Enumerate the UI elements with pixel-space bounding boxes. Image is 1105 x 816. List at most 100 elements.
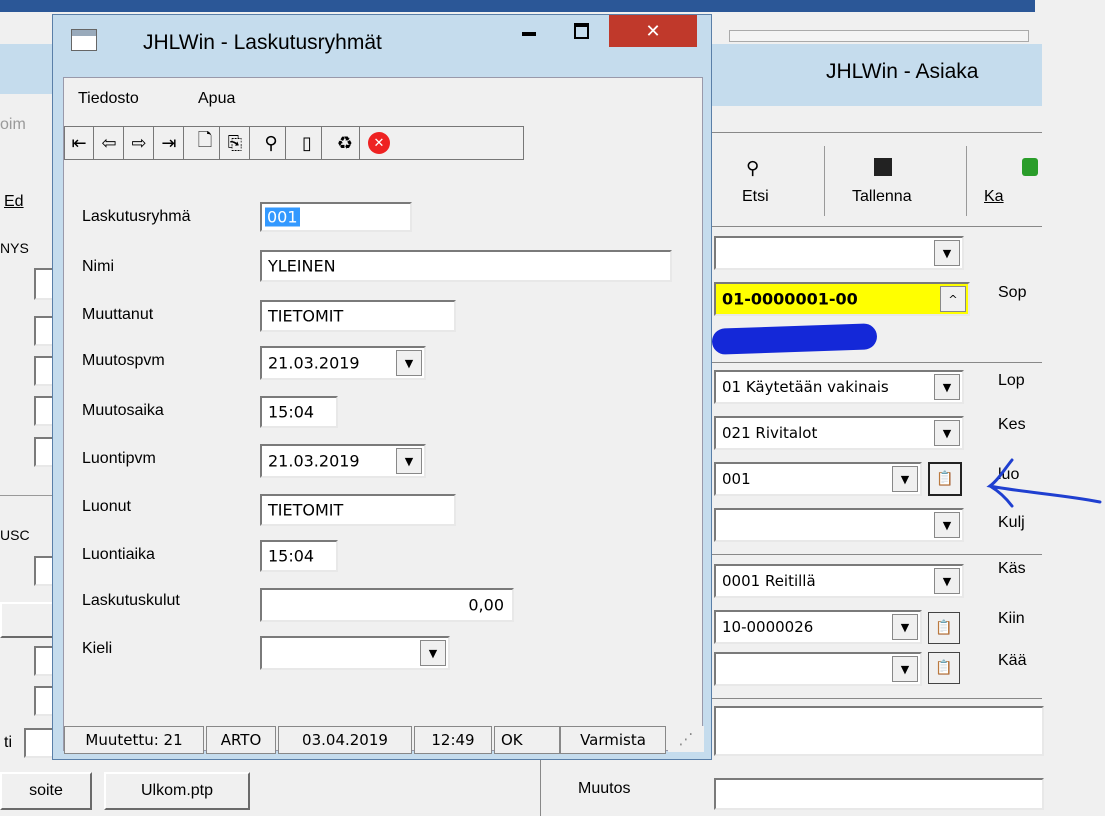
minimize-button[interactable]	[505, 15, 553, 47]
chevron-down-icon[interactable]: ▼	[396, 350, 422, 376]
ulkom-ptp-button[interactable]: Ulkom.ptp	[104, 772, 250, 810]
muutos-label: Muutos	[578, 780, 631, 797]
talotyyppi-combo[interactable]: 021 Rivitalot ▼	[714, 416, 964, 450]
muuttanut-input[interactable]: TIETOMIT	[260, 300, 456, 332]
laskutusryhma-input[interactable]: 001	[260, 202, 412, 232]
chevron-down-icon[interactable]: ▼	[934, 240, 960, 266]
kaytto-combo[interactable]: 01 Käytetään vakinais ▼	[714, 370, 964, 404]
tallenna-button[interactable]: Tallenna	[830, 148, 962, 218]
redaction-scribble	[711, 323, 878, 355]
bg-separator-low	[712, 554, 1042, 555]
chevron-down-icon[interactable]: ▼	[892, 656, 918, 682]
muutosaika-input[interactable]: 15:04	[260, 396, 338, 428]
luontiaika-input[interactable]: 15:04	[260, 540, 338, 572]
bg-left-field-4[interactable]	[34, 396, 54, 426]
chevron-down-icon[interactable]: ▼	[396, 448, 422, 474]
bg-toolbar-sep-2	[966, 146, 967, 216]
chevron-up-icon[interactable]: ^	[940, 286, 966, 312]
close-icon: ✕	[645, 20, 661, 42]
ka-button[interactable]: Ka	[980, 148, 1040, 218]
bg-separator-bottom	[712, 698, 1042, 699]
laskutuskulut-input[interactable]: 0,00	[260, 588, 514, 622]
background-window-top-edge	[0, 0, 1035, 12]
status-ok: OK	[494, 726, 560, 754]
bg-left-field-1[interactable]	[34, 268, 54, 300]
laskutusryhma-properties-button[interactable]: 📋	[928, 462, 962, 496]
status-time: 12:49	[414, 726, 492, 754]
kieli-combo[interactable]: ▼	[260, 636, 450, 670]
bg-button-ed[interactable]: Ed	[4, 193, 24, 211]
chevron-down-icon[interactable]: ▼	[934, 512, 960, 538]
luonut-input[interactable]: TIETOMIT	[260, 494, 456, 526]
reitti-combo[interactable]: 0001 Reitillä ▼	[714, 564, 964, 598]
customer-number-field[interactable]: 01-0000001-00 ^	[714, 282, 970, 316]
last-record-icon[interactable]: ⇥	[155, 127, 184, 159]
varmista-button[interactable]: Varmista	[560, 726, 666, 754]
tallenna-label: Tallenna	[852, 188, 912, 205]
muutospvm-datepicker[interactable]: 21.03.2019 ▼	[260, 346, 426, 380]
osoite-button[interactable]: soite	[0, 772, 92, 810]
luontiaika-label: Luontiaika	[82, 546, 155, 563]
background-window-title: JHLWin - Asiaka	[826, 60, 979, 83]
previous-record-icon[interactable]: ⇦	[95, 127, 124, 159]
blank-icon[interactable]: ▯	[293, 127, 322, 159]
muuttanut-label: Muuttanut	[82, 306, 154, 323]
bg-left-field-8[interactable]	[34, 686, 54, 716]
bg-left-field-2[interactable]	[34, 316, 54, 346]
chevron-down-icon[interactable]: ▼	[934, 374, 960, 400]
bg-left-button[interactable]	[0, 602, 58, 638]
bg-combo-kaa[interactable]: ▼	[714, 652, 922, 686]
background-left-titlebar	[0, 44, 58, 94]
kaa-properties-button[interactable]: 📋	[928, 652, 960, 684]
status-date: 03.04.2019	[278, 726, 412, 754]
laskutusryhma-combo[interactable]: 001 ▼	[714, 462, 922, 496]
annotation-arrow	[986, 458, 1102, 508]
luontipvm-datepicker[interactable]: 21.03.2019 ▼	[260, 444, 426, 478]
resize-grip-icon[interactable]: ⋰	[668, 726, 704, 752]
bg-label-kiin: Kiin	[998, 610, 1025, 627]
bg-separator-mid	[712, 362, 1042, 363]
status-bar: Muutettu: 21 ARTO 03.04.2019 12:49 OK Va…	[64, 726, 704, 754]
menu-tiedosto[interactable]: Tiedosto	[78, 90, 139, 108]
laskutusryhma-label: Laskutusryhmä	[82, 208, 191, 225]
chevron-down-icon[interactable]: ▼	[892, 614, 918, 640]
bg-combo-top[interactable]: ▼	[714, 236, 964, 270]
chevron-down-icon[interactable]: ▼	[892, 466, 918, 492]
find-icon[interactable]: ⚲	[257, 127, 286, 159]
nimi-input[interactable]: YLEINEN	[260, 250, 672, 282]
bg-left-field-7[interactable]	[34, 646, 54, 676]
recycle-delete-icon[interactable]: ♻	[331, 127, 360, 159]
first-record-icon[interactable]: ⇤	[65, 127, 94, 159]
muutos-field[interactable]	[714, 778, 1044, 810]
chevron-down-icon[interactable]: ▼	[934, 568, 960, 594]
bg-combo-kulj[interactable]: ▼	[714, 508, 964, 542]
chevron-down-icon[interactable]: ▼	[934, 420, 960, 446]
kiinteisto-properties-button[interactable]: 📋	[928, 612, 960, 644]
properties-icon: 📋	[935, 660, 953, 676]
close-red-icon[interactable]: ✕	[365, 127, 393, 159]
bg-left-field-3[interactable]	[34, 356, 54, 386]
etsi-button[interactable]: ⚲ Etsi	[712, 148, 824, 218]
window-icon	[71, 29, 97, 51]
bg-label-oim: oim	[0, 116, 26, 133]
bg-label-sop: Sop	[998, 284, 1027, 301]
kiinteisto-combo[interactable]: 10-0000026 ▼	[714, 610, 922, 644]
close-button[interactable]: ✕	[609, 15, 697, 47]
menu-apua[interactable]: Apua	[198, 90, 235, 108]
maximize-icon	[573, 23, 589, 39]
bg-left-field-6[interactable]	[34, 556, 54, 586]
bg-redacted-field	[711, 320, 1042, 362]
chevron-down-icon[interactable]: ▼	[420, 640, 446, 666]
copy-record-icon[interactable]: ⎘	[221, 127, 250, 159]
etsi-label: Etsi	[742, 188, 769, 205]
maximize-button[interactable]	[557, 15, 605, 47]
laskutusryhmat-dialog: JHLWin - Laskutusryhmät ✕ Tiedosto Apua …	[52, 14, 712, 760]
dialog-title: JHLWin - Laskutusryhmät	[143, 31, 382, 54]
properties-icon: 📋	[935, 620, 953, 636]
bg-notes-area[interactable]	[714, 706, 1044, 756]
luonut-label: Luonut	[82, 498, 131, 515]
new-record-icon[interactable]: 🗋	[191, 127, 220, 159]
binoculars-icon: ⚲	[746, 158, 760, 179]
next-record-icon[interactable]: ⇨	[125, 127, 154, 159]
bg-left-field-5[interactable]	[34, 437, 54, 467]
